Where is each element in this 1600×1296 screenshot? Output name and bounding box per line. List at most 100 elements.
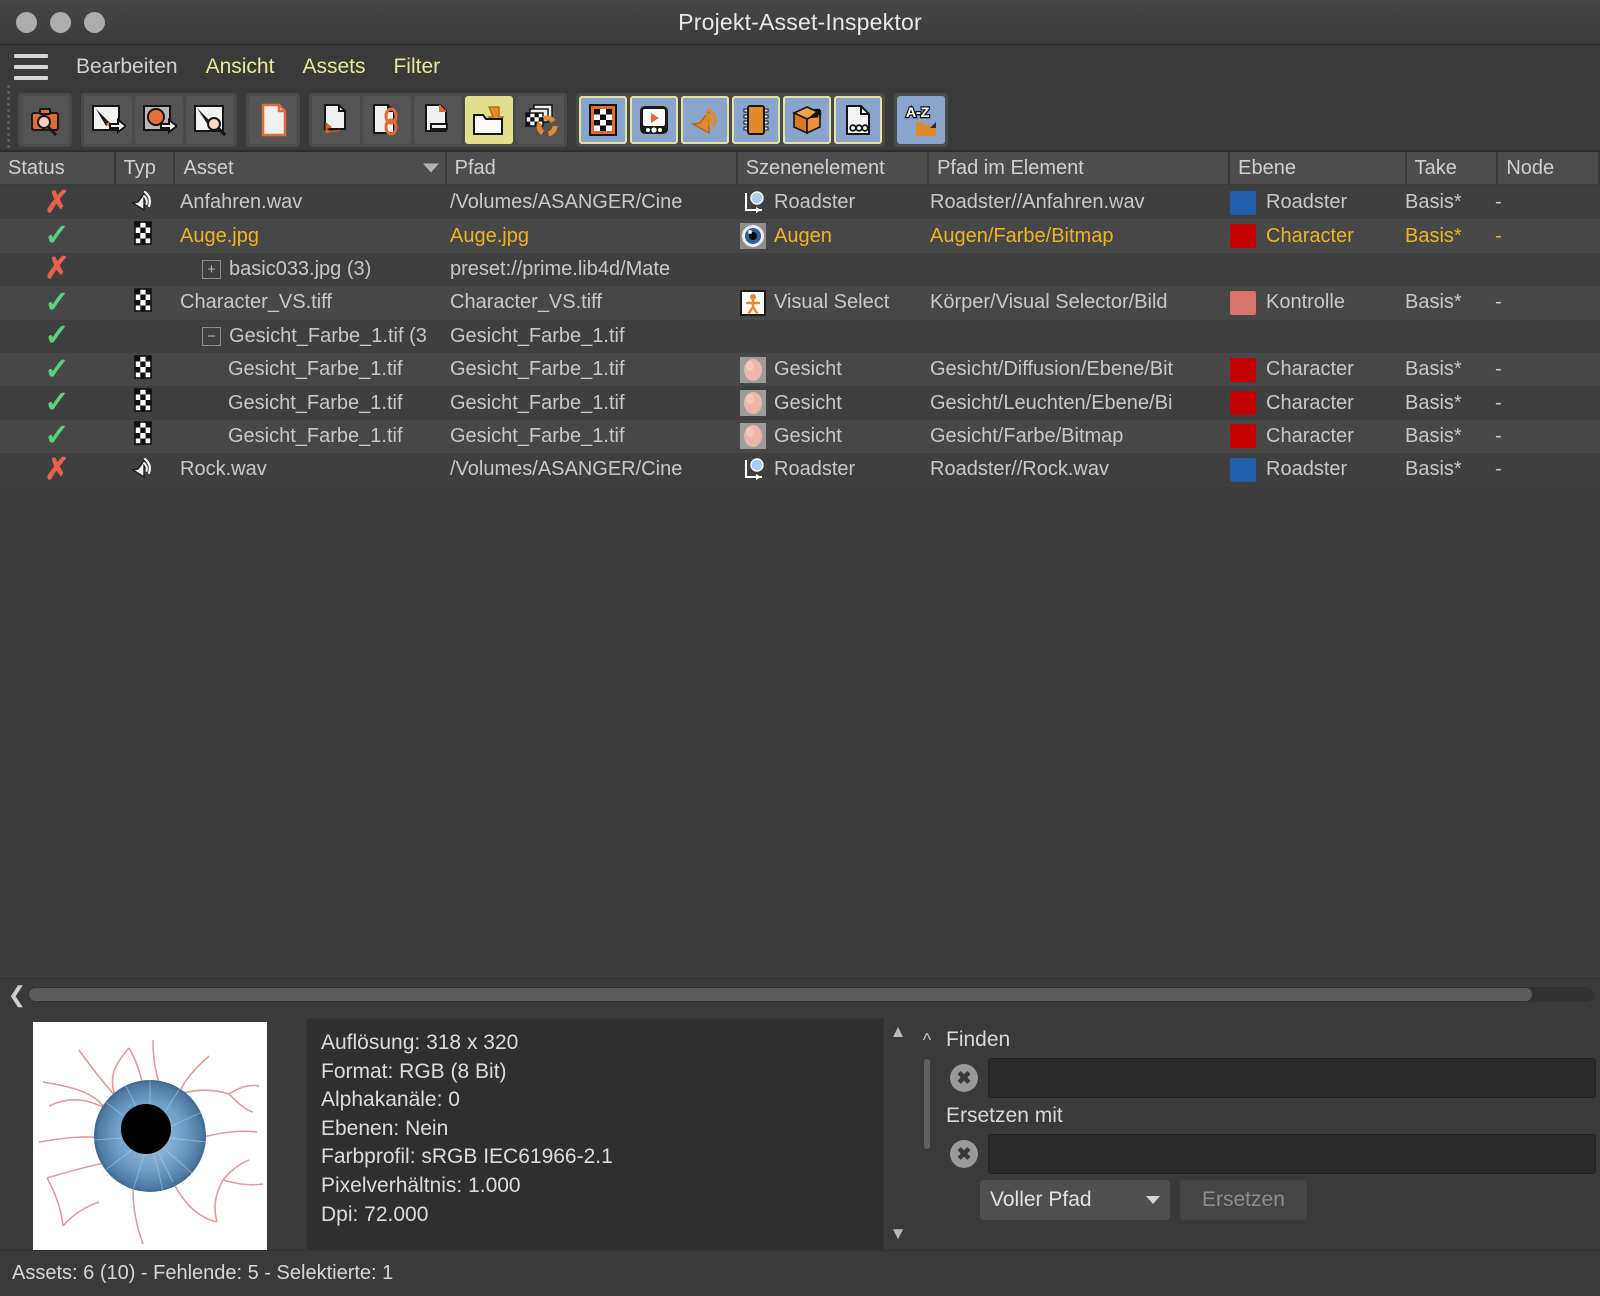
- path-mode-select[interactable]: Voller Pfad: [980, 1180, 1170, 1220]
- zoom-button[interactable]: [84, 12, 105, 33]
- collapse-up-icon[interactable]: ^: [923, 1030, 931, 1051]
- menu-item-filter[interactable]: Filter: [379, 53, 454, 81]
- asset-path: Gesicht_Farbe_1.tif: [450, 358, 625, 381]
- scroll-down-icon[interactable]: ▼: [890, 1224, 907, 1244]
- node-name: -: [1495, 425, 1502, 448]
- cell-asset: Gesicht_Farbe_1.tif: [172, 420, 442, 453]
- select-sphere-arrow-icon[interactable]: [135, 96, 183, 144]
- take-name: Basis*: [1405, 191, 1462, 214]
- cell-pfad-im-element: [922, 320, 1222, 353]
- column-header-take[interactable]: Take: [1407, 152, 1497, 184]
- hscroll-thumb[interactable]: [29, 988, 1532, 1001]
- find-input[interactable]: [988, 1058, 1596, 1098]
- movie-play-icon[interactable]: [630, 96, 678, 144]
- app-window: Projekt-Asset-Inspektor Bearbeiten Ansic…: [0, 0, 1600, 1296]
- menu-item-assets[interactable]: Assets: [288, 53, 379, 81]
- close-button[interactable]: [16, 12, 37, 33]
- node-name: -: [1495, 358, 1502, 381]
- new-document-icon[interactable]: [249, 96, 297, 144]
- bottom-panel: Auflösung: 318 x 320 Format: RGB (8 Bit)…: [0, 1010, 1600, 1250]
- cell-status: ✓: [0, 286, 114, 319]
- scroll-up-icon[interactable]: ▲: [890, 1022, 907, 1042]
- minimize-button[interactable]: [50, 12, 71, 33]
- horizontal-scrollbar[interactable]: ❮: [0, 978, 1600, 1010]
- replace-button[interactable]: Ersetzen: [1180, 1180, 1307, 1220]
- title-bar: Projekt-Asset-Inspektor: [0, 0, 1600, 45]
- cell-pfad-im-element: Augen/Farbe/Bitmap: [922, 219, 1222, 252]
- column-header-ebene[interactable]: Ebene: [1230, 152, 1404, 184]
- vscroll-track[interactable]: [895, 1048, 901, 1218]
- column-header-typ[interactable]: Typ: [116, 152, 174, 184]
- hscroll-track[interactable]: [28, 987, 1594, 1002]
- document-minus-icon[interactable]: [414, 96, 462, 144]
- table-row[interactable]: ✓ Character_VS.tiff Character_VS.tiff: [0, 286, 1600, 319]
- table-row[interactable]: ✗ +basic033.jpg (3) preset://prime.lib4d…: [0, 253, 1600, 286]
- document-link-icon[interactable]: [363, 96, 411, 144]
- status-missing-icon: ✗: [44, 188, 69, 218]
- cell-status: ✓: [0, 353, 114, 386]
- path-in-element: Gesicht/Farbe/Bitmap: [930, 425, 1123, 448]
- toolbar-group-5: [576, 93, 885, 147]
- table-row[interactable]: ✓ Gesicht_Farbe_1.tif Gesicht_Farbe_1.ti…: [0, 420, 1600, 453]
- expander-plus-icon[interactable]: +: [202, 260, 221, 279]
- table-row[interactable]: ✓ Auge.jpg Auge.jpg: [0, 219, 1600, 252]
- cell-asset: Character_VS.tiff: [172, 286, 442, 319]
- table-row[interactable]: ✓ Gesicht_Farbe_1.tif Gesicht_Farbe_1.ti…: [0, 353, 1600, 386]
- status-ok-icon: ✓: [44, 221, 69, 251]
- asset-name: Auge.jpg: [180, 225, 259, 248]
- asset-path: preset://prime.lib4d/Mate: [450, 258, 670, 281]
- toolbar-group-6: A-Z A-Z: [894, 93, 948, 147]
- cell-szenenelement: Gesicht: [732, 353, 922, 386]
- cell-asset: Gesicht_Farbe_1.tif: [172, 353, 442, 386]
- column-header-node[interactable]: Node: [1498, 152, 1598, 184]
- cell-take: [1397, 320, 1487, 353]
- sound-icon[interactable]: [681, 96, 729, 144]
- column-header-status[interactable]: Status: [0, 152, 114, 184]
- path-in-element: Körper/Visual Selector/Bild: [930, 291, 1168, 314]
- asset-search-icon[interactable]: [21, 96, 69, 144]
- cell-asset: Anfahren.wav: [172, 186, 442, 219]
- layer-name: Character: [1266, 358, 1354, 381]
- az-sort-folder-icon[interactable]: A-Z A-Z: [897, 96, 945, 144]
- menu-item-ansicht[interactable]: Ansicht: [192, 53, 289, 81]
- cell-pfad: Gesicht_Farbe_1.tif: [442, 420, 732, 453]
- toolbar-grip[interactable]: [4, 98, 18, 142]
- info-vertical-scrollbar[interactable]: ▲ ▼: [884, 1018, 912, 1250]
- cell-ebene: Roadster: [1222, 186, 1397, 219]
- column-header-asset[interactable]: Asset: [175, 152, 444, 184]
- scroll-left-icon[interactable]: ❮: [6, 982, 28, 1008]
- save-to-folder-icon[interactable]: [465, 96, 513, 144]
- table-row[interactable]: ✗ Anfahren.wav /Volumes/ASANGER/Cine Roa…: [0, 186, 1600, 219]
- table-row[interactable]: ✓ −Gesicht_Farbe_1.tif (3 Gesicht_Farbe_…: [0, 320, 1600, 353]
- find-scroll-thumb[interactable]: [924, 1059, 930, 1149]
- document-undo-icon[interactable]: [312, 96, 360, 144]
- column-header-pfad[interactable]: Pfad: [447, 152, 736, 184]
- info-line-pixelratio: Pixelverhältnis: 1.000: [321, 1172, 869, 1201]
- menu-item-bearbeiten[interactable]: Bearbeiten: [62, 53, 192, 81]
- table-row[interactable]: ✓ Gesicht_Farbe_1.tif Gesicht_Farbe_1.ti…: [0, 386, 1600, 419]
- cell-szenenelement: Gesicht: [732, 386, 922, 419]
- asset-info-panel: Auflösung: 318 x 320 Format: RGB (8 Bit)…: [306, 1018, 884, 1250]
- table-row[interactable]: ✗ Rock.wav /Volumes/ASANGER/Cine Roadste…: [0, 453, 1600, 486]
- clear-replace-icon[interactable]: ✖: [950, 1140, 978, 1168]
- recycle-textures-icon[interactable]: [516, 96, 564, 144]
- other-file-icon[interactable]: [834, 96, 882, 144]
- select-pen-arrow-icon[interactable]: [84, 96, 132, 144]
- column-header-pfad-im-element[interactable]: Pfad im Element: [929, 152, 1228, 184]
- hamburger-menu-icon[interactable]: [14, 54, 48, 80]
- clear-find-icon[interactable]: ✖: [950, 1064, 978, 1092]
- column-header-szenenelement[interactable]: Szenenelement: [738, 152, 927, 184]
- asset-name: Rock.wav: [180, 458, 267, 481]
- sound-asset-icon: [130, 187, 156, 219]
- package-box-icon[interactable]: [783, 96, 831, 144]
- replace-input[interactable]: [988, 1134, 1596, 1174]
- search-in-image-icon[interactable]: [186, 96, 234, 144]
- window-title: Projekt-Asset-Inspektor: [0, 9, 1600, 36]
- plugin-chip-icon[interactable]: [732, 96, 780, 144]
- expander-minus-icon[interactable]: −: [202, 327, 221, 346]
- bitmap-checker-icon: [130, 354, 156, 386]
- find-panel-scroll[interactable]: ^: [912, 1026, 942, 1250]
- bitmap-checker-icon[interactable]: [579, 96, 627, 144]
- path-in-element: Roadster//Rock.wav: [930, 458, 1109, 481]
- cell-pfad-im-element: Roadster//Anfahren.wav: [922, 186, 1222, 219]
